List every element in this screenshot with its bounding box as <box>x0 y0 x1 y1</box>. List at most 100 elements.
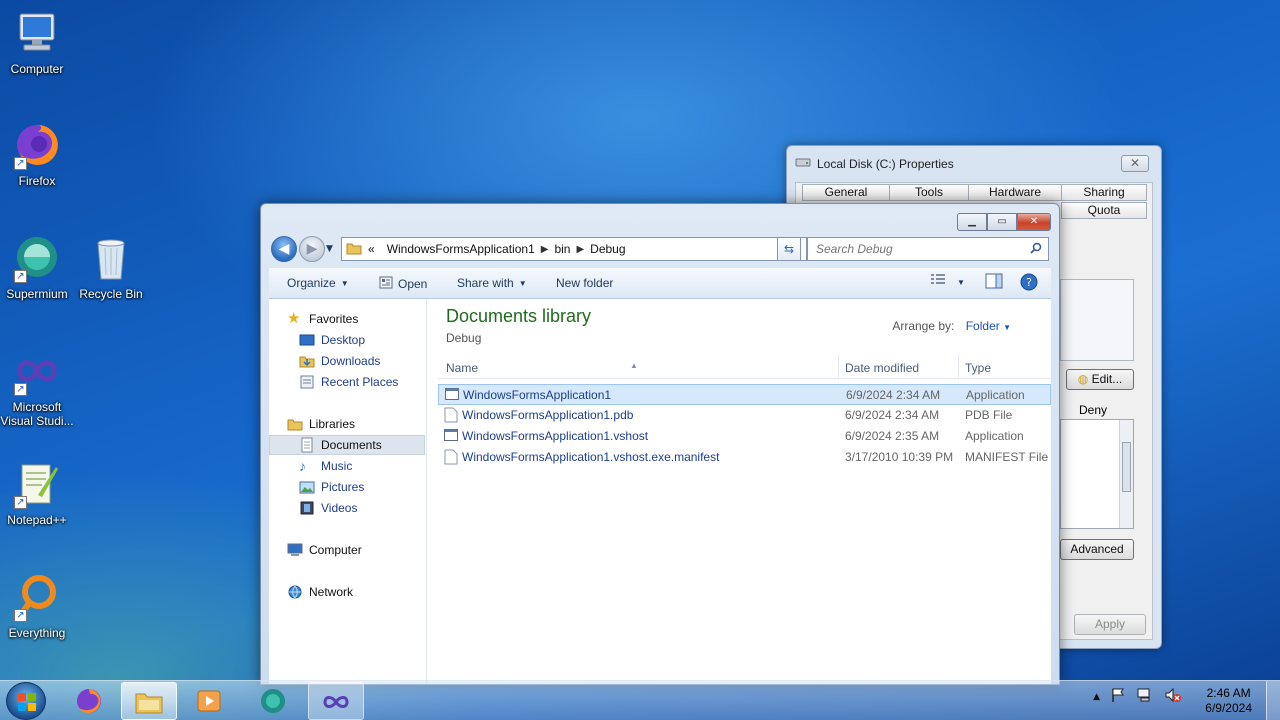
forward-button[interactable]: ▶ <box>299 236 325 262</box>
nav-music[interactable]: ♪ Music <box>269 456 425 476</box>
maximize-button[interactable]: ▭ <box>987 213 1017 231</box>
file-name: WindowsFormsApplication1.pdb <box>462 408 634 422</box>
file-row[interactable]: WindowsFormsApplication1.vshost.exe.mani… <box>438 447 1051 468</box>
nav-network[interactable]: Network <box>269 582 425 602</box>
tab-quota[interactable]: Quota <box>1061 202 1147 219</box>
minimize-button[interactable]: ▁ <box>957 213 987 231</box>
desktop-icon-recycle-bin[interactable]: Recycle Bin <box>74 233 148 301</box>
tab-tools[interactable]: Tools <box>889 184 969 201</box>
properties-close-button[interactable]: ✕ <box>1121 155 1149 172</box>
tab-sharing[interactable]: Sharing <box>1061 184 1147 201</box>
column-divider[interactable] <box>838 355 839 379</box>
taskbar: ▲ 2:46 AM 6/9/2024 <box>0 680 1280 720</box>
taskbar-supermium[interactable] <box>246 682 302 720</box>
file-date: 3/17/2010 10:39 PM <box>845 450 954 464</box>
column-header-type[interactable]: Type <box>965 361 991 375</box>
arrange-by-dropdown[interactable]: Folder ▼ <box>966 319 1011 333</box>
search-icon[interactable] <box>1030 242 1042 257</box>
taskbar-visual-studio[interactable] <box>308 682 364 720</box>
clock[interactable]: 2:46 AM 6/9/2024 <box>1205 686 1252 716</box>
scrollbar[interactable] <box>1119 420 1133 528</box>
breadcrumb-separator-icon[interactable]: ▶ <box>576 244 584 255</box>
taskbar-firefox[interactable] <box>62 682 118 720</box>
breadcrumb-item[interactable]: Debug <box>584 242 631 256</box>
documents-icon <box>299 437 315 453</box>
desktop-icon-visual-studio[interactable]: ↗ Microsoft Visual Studi... <box>0 346 74 428</box>
group-list-box <box>1060 279 1134 361</box>
recent-pages-dropdown[interactable]: ▼ <box>326 244 333 254</box>
recycle-bin-icon <box>86 233 136 283</box>
file-row[interactable]: WindowsFormsApplication1.pdb 6/9/2024 2:… <box>438 405 1051 426</box>
search-box[interactable] <box>807 237 1049 261</box>
breadcrumb-separator-icon[interactable]: ▶ <box>541 244 549 255</box>
nav-libraries[interactable]: Libraries <box>269 414 425 434</box>
search-input[interactable] <box>816 242 1016 256</box>
volume-muted-icon[interactable] <box>1164 687 1182 706</box>
desktop-icon-firefox[interactable]: ↗ Firefox <box>0 120 74 188</box>
refresh-button[interactable]: ⇆ <box>777 237 801 261</box>
desktop-icon-label: Microsoft Visual Studi... <box>0 400 74 428</box>
close-button[interactable]: ✕ <box>1017 213 1051 231</box>
open-button[interactable]: Open <box>379 276 427 292</box>
nav-videos[interactable]: Videos <box>269 498 425 518</box>
file-type: Application <box>966 388 1025 402</box>
media-player-icon <box>197 690 221 712</box>
command-bar: Organize ▼ Open Share with ▼ New folder ▼ … <box>269 268 1051 299</box>
file-icon <box>444 407 458 423</box>
nav-pictures[interactable]: Pictures <box>269 477 425 497</box>
new-folder-button[interactable]: New folder <box>556 276 613 290</box>
column-header-date[interactable]: Date modified <box>845 361 919 375</box>
tab-general[interactable]: General <box>802 184 890 201</box>
chevron-down-icon: ▼ <box>340 278 349 288</box>
nav-computer[interactable]: Computer <box>269 540 425 560</box>
desktop-icon-supermium[interactable]: ↗ Supermium <box>0 233 74 301</box>
computer-icon <box>287 542 303 558</box>
edit-button[interactable]: ◍ Edit... <box>1066 369 1134 390</box>
show-hidden-icons-icon[interactable]: ▲ <box>1093 692 1100 702</box>
back-button[interactable]: ◀ <box>271 236 297 262</box>
change-view-button[interactable] <box>929 273 949 293</box>
nav-recent-places[interactable]: Recent Places <box>269 372 425 392</box>
file-row[interactable]: WindowsFormsApplication1.vshost 6/9/2024… <box>438 426 1051 447</box>
share-with-button[interactable]: Share with ▼ <box>457 276 527 290</box>
file-type: MANIFEST File <box>965 450 1049 464</box>
scroll-thumb[interactable] <box>1122 442 1131 492</box>
breadcrumb-item[interactable]: bin <box>548 242 576 256</box>
desktop-icon <box>299 332 315 348</box>
apply-button[interactable]: Apply <box>1074 614 1146 635</box>
navigation-bar: ◀ ▶ ▼ « WindowsFormsApplication1 ▶ bin ▶… <box>269 236 1051 262</box>
star-icon: ★ <box>287 310 301 327</box>
network-status-icon[interactable] <box>1136 687 1154 706</box>
preview-pane-button[interactable] <box>984 273 1004 293</box>
start-button[interactable] <box>6 682 46 720</box>
help-button[interactable]: ? <box>1019 273 1039 293</box>
supermium-icon <box>261 689 285 713</box>
supermium-icon: ↗ <box>12 233 62 283</box>
column-divider[interactable] <box>958 355 959 379</box>
breadcrumb-overflow[interactable]: « <box>362 242 381 256</box>
recent-places-icon <box>299 374 315 390</box>
chevron-down-icon: ▼ <box>518 278 527 288</box>
action-center-flag-icon[interactable] <box>1110 687 1126 706</box>
file-row[interactable]: WindowsFormsApplication1 6/9/2024 2:34 A… <box>438 384 1051 405</box>
tab-hardware[interactable]: Hardware <box>968 184 1062 201</box>
file-date: 6/9/2024 2:34 AM <box>846 388 941 402</box>
nav-desktop[interactable]: Desktop <box>269 330 425 350</box>
nav-favorites[interactable]: ★ Favorites <box>269 309 425 329</box>
desktop-icon-notepad-plus-plus[interactable]: ↗ Notepad++ <box>0 459 74 527</box>
taskbar-media-player[interactable] <box>182 682 238 720</box>
shortcut-arrow-icon: ↗ <box>14 157 27 170</box>
address-bar[interactable]: « WindowsFormsApplication1 ▶ bin ▶ Debug… <box>341 237 807 261</box>
organize-button[interactable]: Organize ▼ <box>287 276 349 290</box>
view-options-dropdown[interactable]: ▼ <box>951 273 971 293</box>
nav-documents[interactable]: Documents <box>269 435 425 455</box>
breadcrumb-item[interactable]: WindowsFormsApplication1 <box>381 242 541 256</box>
taskbar-windows-explorer[interactable] <box>121 682 177 720</box>
column-header-name[interactable]: Name <box>446 361 478 375</box>
nav-downloads[interactable]: Downloads <box>269 351 425 371</box>
advanced-button[interactable]: Advanced <box>1060 539 1134 560</box>
explorer-window[interactable]: ▁ ▭ ✕ ◀ ▶ ▼ « WindowsFormsApplication1 ▶… <box>260 203 1060 685</box>
desktop-icon-computer[interactable]: Computer <box>0 8 74 76</box>
desktop-icon-everything[interactable]: ↗ Everything <box>0 572 74 640</box>
show-desktop-button[interactable] <box>1266 681 1280 720</box>
